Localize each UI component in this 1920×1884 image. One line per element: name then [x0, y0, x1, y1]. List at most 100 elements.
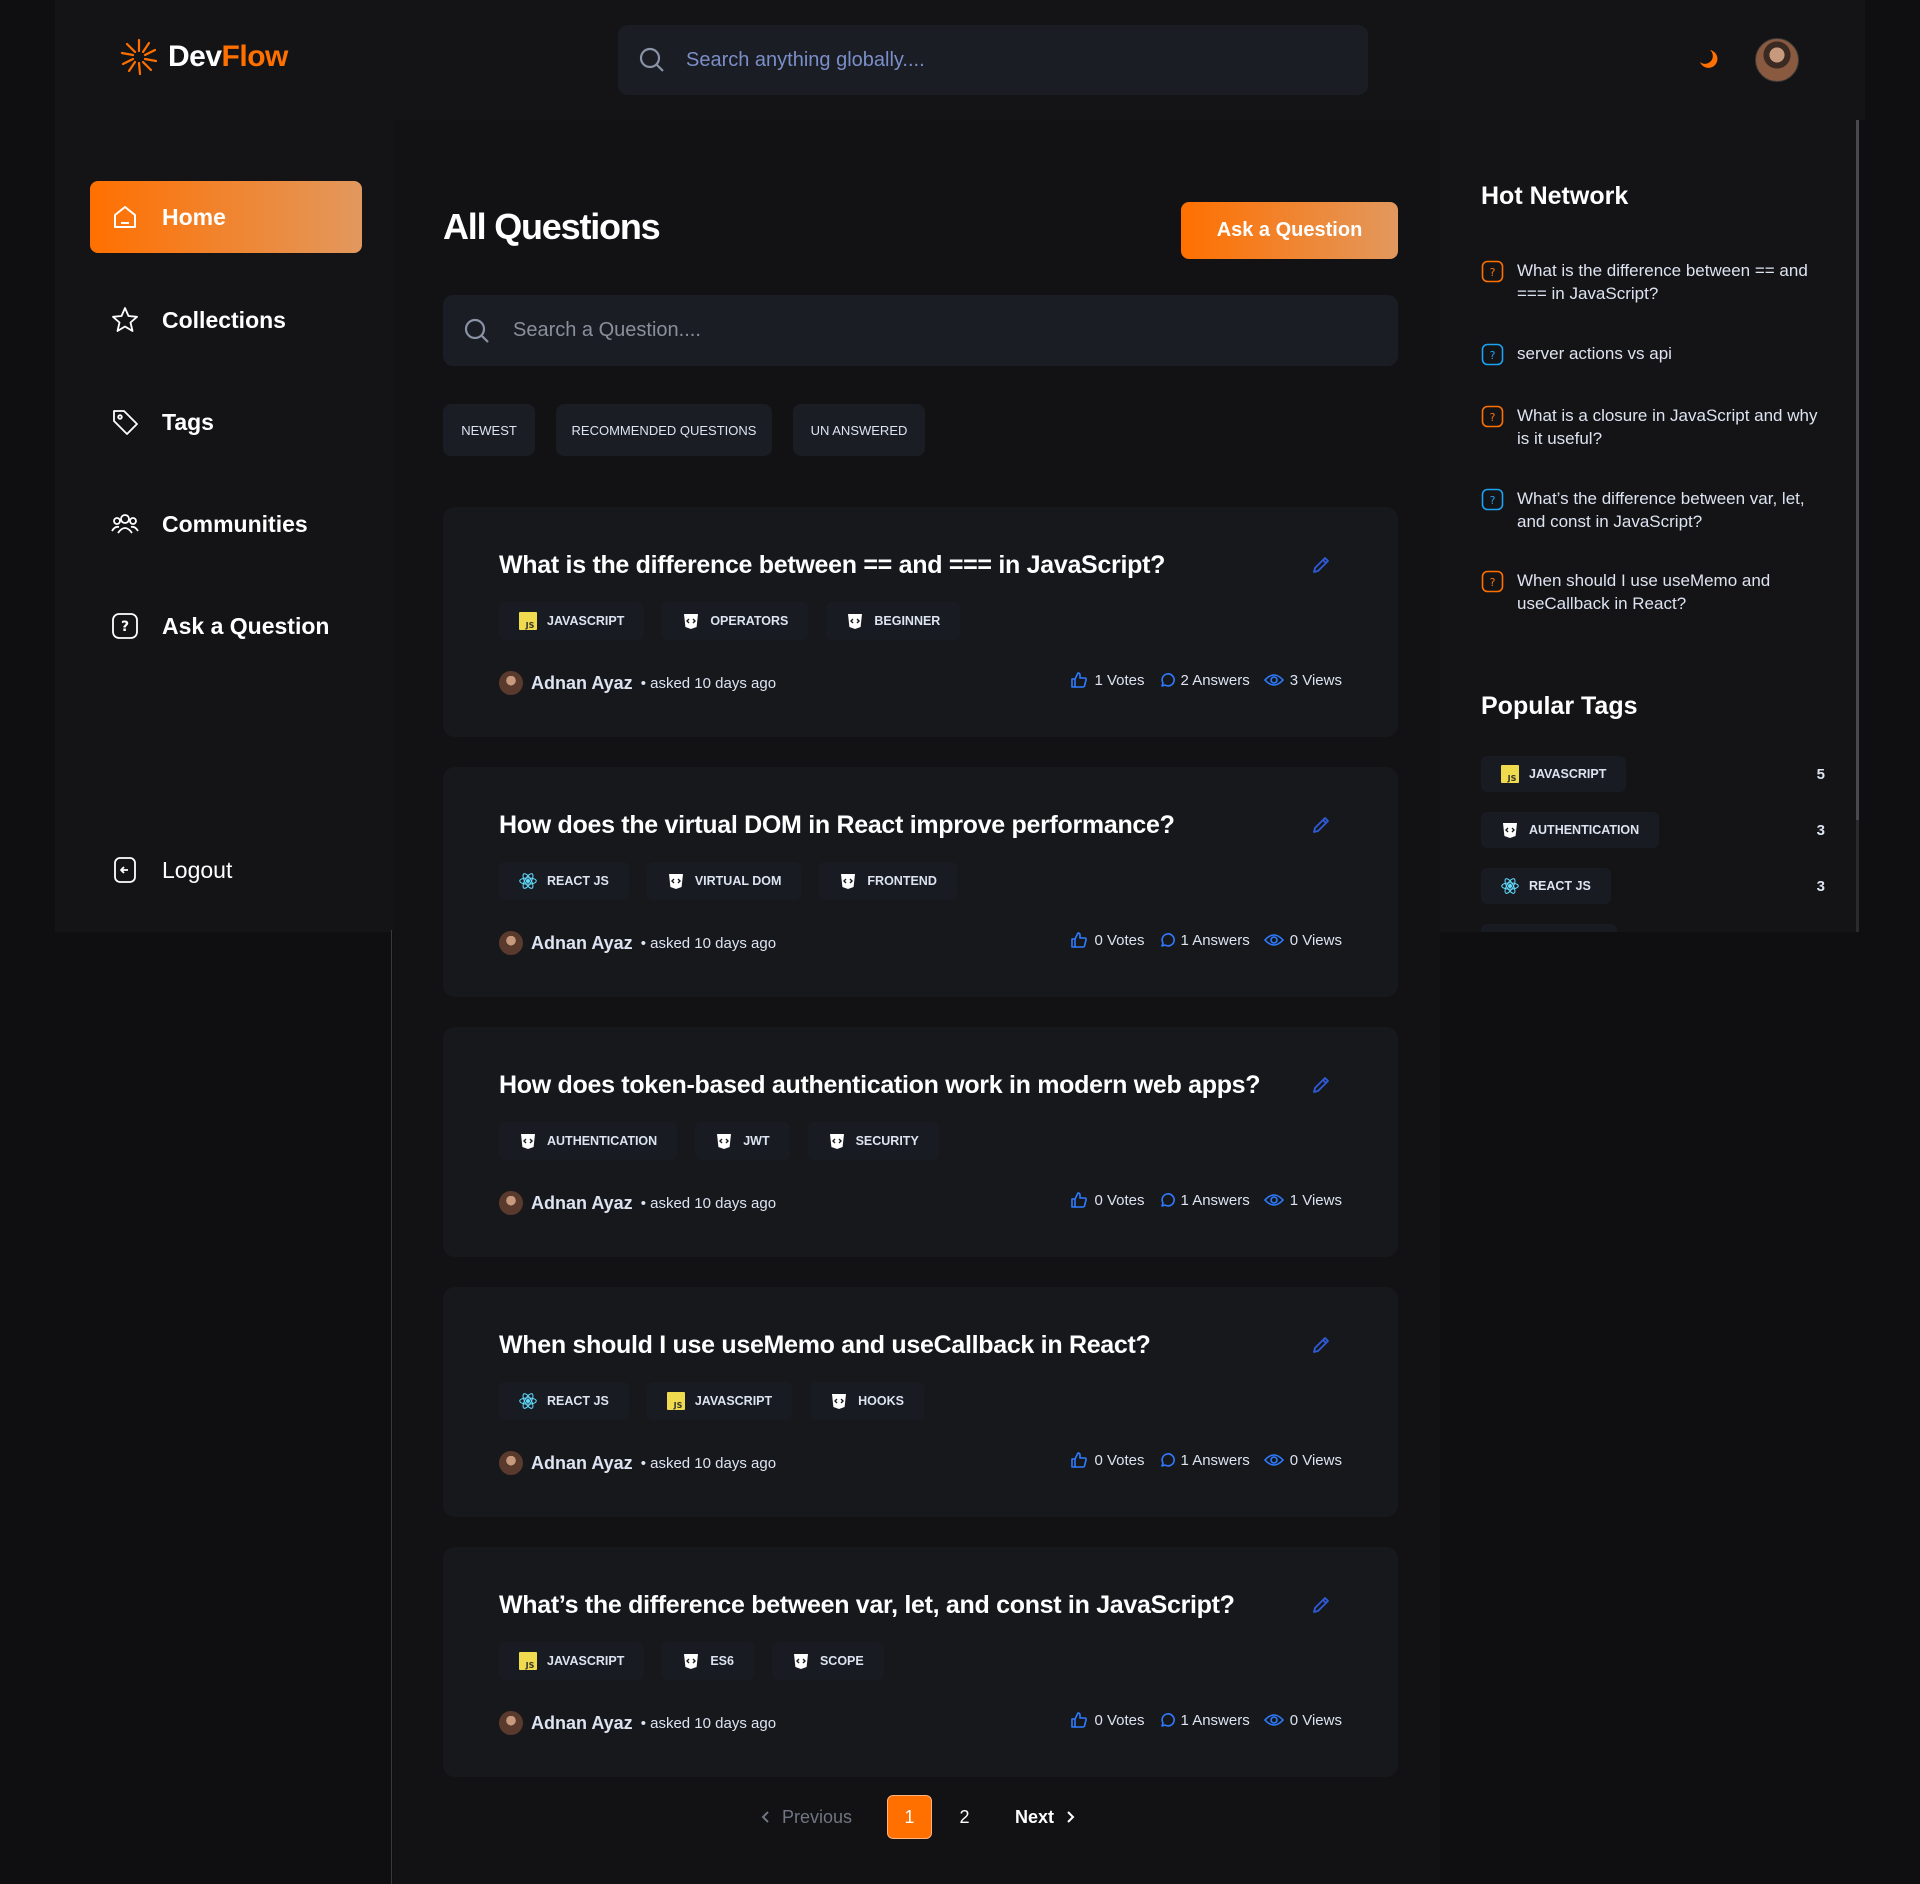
tag-security[interactable]: SECURITY — [807, 1122, 939, 1160]
thumbs-up-icon — [1070, 931, 1088, 949]
avatar[interactable] — [499, 1191, 523, 1215]
question-title[interactable]: What’s the difference between var, let, … — [499, 1591, 1235, 1620]
hot-network-text[interactable]: server actions vs api — [1517, 342, 1672, 366]
pencil-icon[interactable] — [1311, 1335, 1331, 1355]
tag-virtual-dom[interactable]: VIRTUAL DOM — [646, 862, 802, 900]
pencil-icon[interactable] — [1311, 815, 1331, 835]
user-avatar[interactable] — [1755, 38, 1799, 82]
author-name[interactable]: Adnan Ayaz — [531, 933, 633, 954]
pencil-icon[interactable] — [1311, 1595, 1331, 1615]
sidebar-item-collections[interactable]: Collections — [90, 284, 362, 356]
tag-scope[interactable]: SCOPE — [771, 1642, 884, 1680]
avatar[interactable] — [499, 1451, 523, 1475]
hot-network-item[interactable]: ? server actions vs api — [1481, 342, 1821, 366]
avatar[interactable] — [499, 931, 523, 955]
question-search-bar[interactable] — [443, 295, 1398, 366]
question-title[interactable]: When should I use useMemo and useCallbac… — [499, 1331, 1151, 1360]
tag-hooks[interactable]: HOOKS — [810, 1382, 924, 1420]
question-author[interactable]: Adnan Ayaz • asked 10 days ago — [499, 1191, 776, 1215]
tag-javascript[interactable]: JS JAVASCRIPT — [1481, 756, 1627, 792]
tag-authentication[interactable]: AUTHENTICATION — [1481, 812, 1660, 848]
pencil-icon[interactable] — [1311, 555, 1331, 575]
hot-network-item[interactable]: ? What’s the difference between var, let,… — [1481, 487, 1821, 533]
author-name[interactable]: Adnan Ayaz — [531, 673, 633, 694]
tag-authentication[interactable]: AUTHENTICATION — [499, 1122, 678, 1160]
svg-text:?: ? — [1490, 411, 1496, 424]
question-stats: 0 Votes 1 Answers 0 Views — [1070, 1451, 1342, 1469]
answers-stat: 2 Answers — [1159, 672, 1250, 689]
popular-tag-row[interactable]: JS JAVASCRIPT 5 — [1481, 756, 1825, 792]
tag-beginner[interactable]: BEGINNER — [826, 602, 961, 640]
avatar[interactable] — [499, 671, 523, 695]
sidebar-item-tags[interactable]: Tags — [90, 386, 362, 458]
moon-icon[interactable] — [1695, 46, 1719, 70]
brand-name: DevFlow — [168, 40, 288, 73]
global-search-input[interactable] — [686, 48, 1326, 72]
hot-network-text[interactable]: When should I use useMemo and useCallbac… — [1517, 569, 1821, 615]
tag-jwt[interactable]: JWT — [695, 1122, 790, 1160]
tag-operators[interactable]: OPERATORS — [662, 602, 809, 640]
sidebar-item-home[interactable]: Home — [90, 181, 362, 253]
brand-logo[interactable]: DevFlow — [120, 38, 288, 76]
author-name[interactable]: Adnan Ayaz — [531, 1193, 633, 1214]
question-title[interactable]: What is the difference between == and ==… — [499, 551, 1165, 580]
hot-network-item[interactable]: ? When should I use useMemo and useCallba… — [1481, 569, 1821, 615]
question-author[interactable]: Adnan Ayaz • asked 10 days ago — [499, 1711, 776, 1735]
question-author[interactable]: Adnan Ayaz • asked 10 days ago — [499, 931, 776, 955]
hot-network-text[interactable]: What’s the difference between var, let, … — [1517, 487, 1821, 533]
tag-frontend[interactable]: FRONTEND — [819, 862, 957, 900]
question-title[interactable]: How does token-based authentication work… — [499, 1071, 1261, 1100]
hot-network-item[interactable]: ? What is a closure in JavaScript and why… — [1481, 404, 1821, 450]
asked-time: • asked 10 days ago — [640, 674, 777, 692]
sidebar-item-ask-question[interactable]: ? Ask a Question — [90, 590, 362, 662]
question-card[interactable]: When should I use useMemo and useCallbac… — [443, 1287, 1398, 1517]
popular-tag-row[interactable]: REACT JS 3 — [1481, 868, 1825, 904]
global-search-bar[interactable] — [618, 25, 1368, 95]
scrollbar-thumb[interactable] — [1856, 120, 1859, 820]
html-shield-icon — [519, 1132, 537, 1150]
logout-button[interactable]: Logout — [90, 834, 362, 906]
top-navbar: DevFlow — [55, 0, 1865, 120]
previous-page-button[interactable]: Previous — [760, 1807, 887, 1828]
hot-network-item[interactable]: ? What is the difference between == and =… — [1481, 259, 1821, 305]
question-card[interactable]: What is the difference between == and ==… — [443, 507, 1398, 737]
question-author[interactable]: Adnan Ayaz • asked 10 days ago — [499, 671, 776, 695]
page-1-button[interactable]: 1 — [887, 1795, 932, 1839]
tag-javascript[interactable]: JS JAVASCRIPT — [499, 602, 645, 640]
popular-tag-partial[interactable] — [1481, 924, 1617, 932]
tag-javascript[interactable]: JS JAVASCRIPT — [646, 1382, 793, 1420]
filter-newest[interactable]: NEWEST — [443, 404, 535, 456]
hot-network-text[interactable]: What is a closure in JavaScript and why … — [1517, 404, 1821, 450]
next-page-button[interactable]: Next — [1015, 1807, 1076, 1828]
react-icon — [1501, 877, 1519, 895]
svg-text:JS: JS — [525, 621, 535, 630]
answers-stat: 1 Answers — [1159, 1452, 1250, 1469]
pencil-icon[interactable] — [1311, 1075, 1331, 1095]
question-card[interactable]: What’s the difference between var, let, … — [443, 1547, 1398, 1777]
sidebar-item-communities[interactable]: Communities — [90, 488, 362, 560]
author-name[interactable]: Adnan Ayaz — [531, 1713, 633, 1734]
ask-question-button[interactable]: Ask a Question — [1181, 202, 1398, 259]
question-card[interactable]: How does token-based authentication work… — [443, 1027, 1398, 1257]
tag-react-js[interactable]: REACT JS — [499, 1382, 629, 1420]
pagination: Previous 1 2 Next — [760, 1795, 1076, 1839]
question-title[interactable]: How does the virtual DOM in React improv… — [499, 811, 1175, 840]
tag-label: VIRTUAL DOM — [694, 874, 782, 888]
question-author[interactable]: Adnan Ayaz • asked 10 days ago — [499, 1451, 776, 1475]
question-card[interactable]: How does the virtual DOM in React improv… — [443, 767, 1398, 997]
tag-react-js[interactable]: REACT JS — [1481, 868, 1611, 904]
hot-network-text[interactable]: What is the difference between == and ==… — [1517, 259, 1821, 305]
html-shield-icon — [828, 1132, 846, 1150]
tag-react-js[interactable]: REACT JS — [499, 862, 629, 900]
tag-javascript[interactable]: JS JAVASCRIPT — [499, 1642, 645, 1680]
tag-es6[interactable]: ES6 — [662, 1642, 754, 1680]
avatar[interactable] — [499, 1711, 523, 1735]
html-shield-icon — [682, 1652, 700, 1670]
author-name[interactable]: Adnan Ayaz — [531, 1453, 633, 1474]
page-2-button[interactable]: 2 — [942, 1795, 987, 1839]
popular-tag-row[interactable]: AUTHENTICATION 3 — [1481, 812, 1825, 848]
filter-unanswered[interactable]: UN ANSWERED — [793, 404, 925, 456]
question-search-input[interactable] — [513, 319, 1333, 342]
votes-stat: 0 Votes — [1070, 1451, 1145, 1469]
filter-recommended[interactable]: RECOMMENDED QUESTIONS — [556, 404, 772, 456]
